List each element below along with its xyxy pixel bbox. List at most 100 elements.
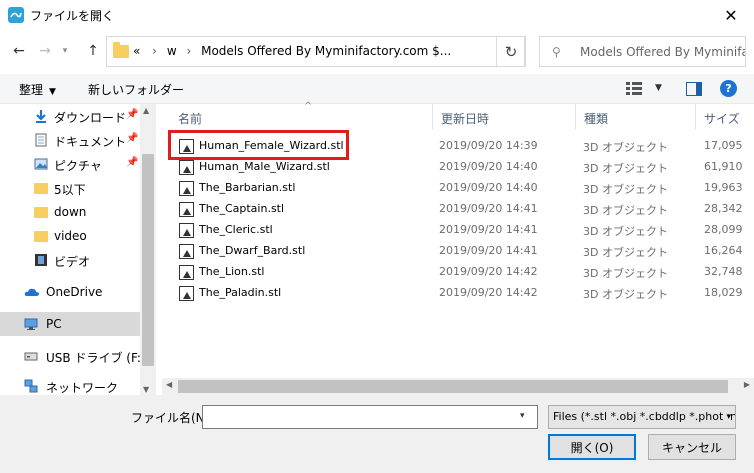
scroll-down-icon[interactable]: ▼	[143, 385, 149, 394]
breadcrumb-segment[interactable]: Models Offered By Myminifactory.com $...	[201, 44, 451, 58]
nav-item-downloads[interactable]: ダウンロード 📌	[0, 104, 140, 128]
new-folder-button[interactable]: 新しいフォルダー	[88, 81, 184, 98]
nav-item-videos[interactable]: ビデオ	[0, 248, 140, 272]
scroll-up-icon[interactable]: ▲	[143, 106, 149, 115]
scrollbar-thumb[interactable]	[142, 154, 154, 366]
close-icon: ✕	[724, 5, 738, 25]
file-type: 3D オブジェクト	[583, 204, 668, 217]
file-name: Human_Male_Wizard.stl	[199, 160, 330, 173]
file-date: 2019/09/20 14:40	[439, 160, 538, 173]
3d-object-file-icon	[179, 265, 194, 280]
scroll-right-icon[interactable]: ▶	[744, 380, 750, 389]
nav-scrollbar[interactable]: ▲ ▼	[140, 104, 156, 398]
file-row[interactable]: The_Cleric.stl 2019/09/20 14:41 3D オブジェク…	[168, 219, 754, 240]
column-label: サイズ	[704, 112, 740, 126]
chevron-down-icon[interactable]: ▼	[655, 83, 662, 93]
file-row[interactable]: The_Lion.stl 2019/09/20 14:42 3D オブジェクト …	[168, 261, 754, 282]
file-row[interactable]: The_Captain.stl 2019/09/20 14:41 3D オブジェ…	[168, 198, 754, 219]
command-bar: 整理 ▼ 新しいフォルダー ▼ ?	[0, 74, 754, 104]
3d-object-file-icon	[179, 202, 194, 217]
organize-button[interactable]: 整理 ▼	[19, 81, 56, 98]
view-options-icon[interactable]	[626, 82, 642, 96]
nav-item-pc[interactable]: PC	[0, 312, 140, 336]
forward-button[interactable]: →	[34, 40, 56, 62]
file-type: 3D オブジェクト	[583, 141, 668, 154]
address-row: ← → ▾ ↑ « › w › Models Offered By Mymini…	[0, 30, 754, 74]
breadcrumb-overflow[interactable]: «	[133, 44, 140, 58]
up-button[interactable]: ↑	[82, 40, 104, 62]
open-button[interactable]: 開く(O)	[548, 434, 636, 460]
nav-item-onedrive[interactable]: OneDrive	[0, 280, 140, 304]
chevron-down-icon[interactable]: ▾	[520, 411, 525, 421]
file-row[interactable]: The_Barbarian.stl 2019/09/20 14:40 3D オブ…	[168, 177, 754, 198]
file-name: The_Captain.stl	[199, 202, 285, 215]
arrow-left-icon: ←	[13, 43, 25, 59]
folder-icon	[34, 183, 48, 194]
folder-icon	[113, 42, 129, 58]
file-size: 19,963	[704, 181, 743, 194]
folder-icon	[34, 207, 48, 218]
help-icon[interactable]: ?	[720, 80, 737, 97]
chevron-down-icon: ▼	[49, 87, 56, 97]
nav-item-documents[interactable]: ドキュメント 📌	[0, 128, 140, 152]
breadcrumb-separator: ›	[186, 44, 192, 58]
app-icon	[8, 7, 24, 23]
column-header-size[interactable]: サイズ	[696, 104, 754, 130]
usb-drive-icon	[24, 352, 38, 361]
refresh-button[interactable]: ↻	[496, 36, 526, 67]
file-type-select[interactable]: Files (*.stl *.obj *.cbddlp *.photon *.c…	[548, 405, 736, 429]
file-date: 2019/09/20 14:41	[439, 202, 538, 215]
search-input[interactable]: ⚲ Models Offered By Myminifa...	[539, 36, 746, 67]
nav-item-usb-drive[interactable]: USB ドライブ (F:)	[0, 344, 146, 368]
nav-item-label: video	[54, 229, 87, 243]
nav-item-label: OneDrive	[46, 285, 103, 299]
file-date: 2019/09/20 14:42	[439, 286, 538, 299]
recent-locations-button[interactable]: ▾	[58, 40, 72, 62]
file-row[interactable]: The_Dwarf_Bard.stl 2019/09/20 14:41 3D オ…	[168, 240, 754, 261]
file-date: 2019/09/20 14:41	[439, 223, 538, 236]
column-header-date[interactable]: 更新日時	[433, 104, 576, 130]
nav-item-label: 5以下	[54, 183, 86, 197]
folder-icon	[34, 231, 48, 242]
organize-label: 整理	[19, 83, 44, 97]
column-header-name[interactable]: 名前 ^	[170, 101, 433, 130]
file-size: 17,095	[704, 139, 743, 152]
file-size: 61,910	[704, 160, 743, 173]
sort-ascending-icon: ^	[304, 101, 313, 112]
scroll-left-icon[interactable]: ◀	[166, 380, 172, 389]
arrow-up-icon: ↑	[87, 43, 99, 59]
nav-item-folder-5[interactable]: 5以下	[0, 176, 140, 200]
nav-item-label: down	[54, 205, 87, 219]
file-name: The_Paladin.stl	[199, 286, 282, 299]
file-row[interactable]: The_Paladin.stl 2019/09/20 14:42 3D オブジェ…	[168, 282, 754, 303]
column-label: 名前	[178, 112, 203, 126]
3d-object-file-icon	[179, 286, 194, 301]
filename-input[interactable]	[202, 405, 538, 429]
close-button[interactable]: ✕	[708, 0, 754, 30]
address-bar[interactable]: « › w › Models Offered By Myminifactory.…	[106, 36, 580, 67]
nav-item-label: USB ドライブ (F:)	[46, 351, 146, 365]
nav-item-folder-down[interactable]: down	[0, 200, 140, 224]
breadcrumb-segment[interactable]: w	[167, 44, 177, 58]
pin-icon: 📌	[126, 109, 139, 120]
breadcrumb: « › w › Models Offered By Myminifactory.…	[133, 44, 451, 58]
nav-item-label: PC	[46, 317, 62, 331]
video-icon	[35, 254, 47, 266]
search-icon: ⚲	[552, 45, 561, 59]
preview-pane-icon[interactable]	[686, 82, 702, 96]
nav-item-pictures[interactable]: ピクチャ 📌	[0, 152, 140, 176]
cancel-button[interactable]: キャンセル	[648, 434, 736, 460]
scrollbar-thumb[interactable]	[178, 380, 728, 393]
file-date: 2019/09/20 14:40	[439, 181, 538, 194]
highlight-box	[168, 130, 349, 160]
navigation-pane: ダウンロード 📌 ドキュメント 📌 ピクチャ 📌 5以下 down video …	[0, 104, 156, 398]
file-name: The_Lion.stl	[199, 265, 265, 278]
file-size: 28,099	[704, 223, 743, 236]
file-name: The_Barbarian.stl	[199, 181, 296, 194]
file-list-scrollbar[interactable]: ◀ ▶	[162, 378, 754, 395]
back-button[interactable]: ←	[8, 40, 30, 62]
cloud-icon	[24, 288, 39, 296]
column-header-type[interactable]: 種類	[576, 104, 696, 130]
window-title: ファイルを開く	[30, 9, 115, 23]
nav-item-folder-video[interactable]: video	[0, 224, 140, 248]
